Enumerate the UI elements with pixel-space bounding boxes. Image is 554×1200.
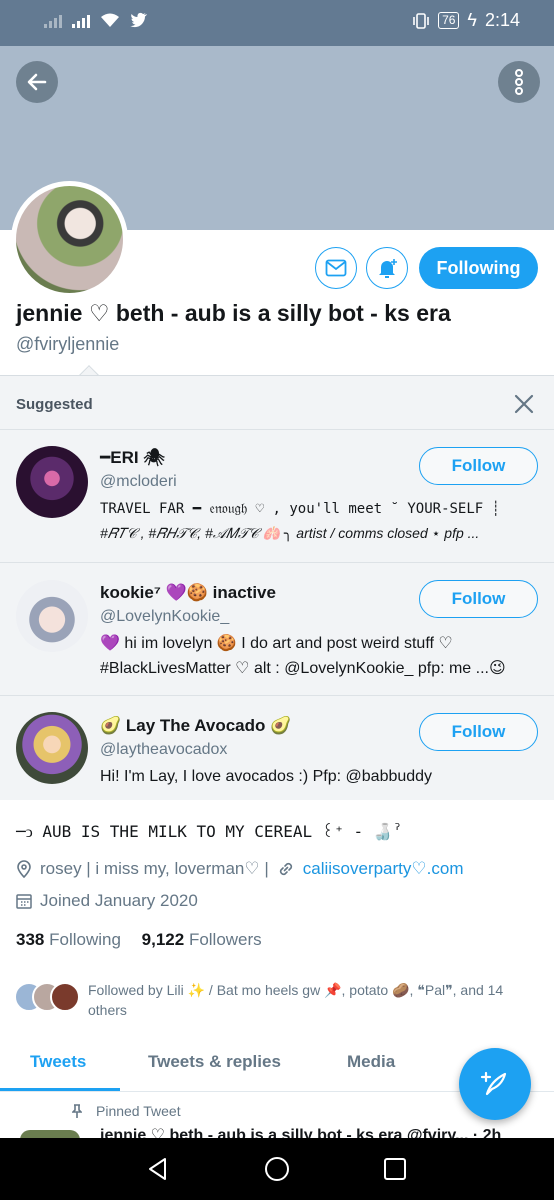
pinned-tweet-label: Pinned Tweet	[72, 1103, 181, 1119]
profile-bio: ─ↄ AUB IS THE MILK TO MY CEREAL ꒰⁺ - 🍶ˀ	[16, 822, 403, 841]
location-text: rosey | i miss my, loverman♡ |	[40, 859, 269, 878]
followers-count-label: Followers	[188, 930, 262, 949]
wifi-icon	[101, 13, 119, 27]
location-pin-icon	[17, 860, 31, 878]
following-button[interactable]: Following	[419, 247, 538, 289]
profile-meta-line: rosey | i miss my, loverman♡ | caliisove…	[16, 859, 463, 879]
nav-back-icon[interactable]	[145, 1156, 171, 1182]
signal-icon	[44, 12, 62, 28]
user-name: ━ERI 🕷	[100, 448, 165, 467]
website-link[interactable]: caliisoverparty♡.com	[303, 859, 464, 879]
followed-by-text[interactable]: Followed by Lili ✨ / Bat mo heels gw 📌, …	[88, 980, 528, 1020]
pinned-text: Pinned Tweet	[96, 1103, 181, 1119]
suggested-panel: Suggested ━ERI 🕷 @mcloderi TRAVEL FAR ━ …	[0, 375, 554, 800]
user-bio-line: 💜 hi im lovelyn 🍪 I do art and post weir…	[100, 635, 453, 652]
following-count: 338	[16, 930, 45, 949]
profile-avatar[interactable]	[11, 181, 128, 298]
profile-handle: @fviryljennie	[16, 334, 120, 354]
compose-tweet-button[interactable]	[459, 1048, 531, 1120]
pinned-tweet-header[interactable]: jennie ♡ beth - aub is a silly bot - ks …	[100, 1125, 540, 1139]
profile-meta-line: Joined January 2020	[16, 891, 198, 911]
status-bar: 76 ϟ 2:14	[0, 0, 554, 46]
envelope-icon	[325, 259, 347, 277]
vibrate-icon	[413, 12, 429, 29]
suggested-user-row[interactable]: ━ERI 🕷 @mcloderi TRAVEL FAR ━ 𝔢𝔫𝔬𝔲𝔤𝔥 ♡ ,…	[0, 429, 554, 562]
followers-count-link[interactable]: 9,122 Followers	[142, 930, 262, 949]
suggested-title: Suggested	[16, 396, 93, 413]
twitter-bird-icon	[130, 12, 147, 28]
user-avatar[interactable]	[16, 580, 88, 652]
followers-count: 9,122	[141, 930, 185, 949]
calendar-icon	[16, 894, 32, 909]
user-handle: @LovelynKookie_	[100, 608, 230, 625]
user-handle: @mcloderi	[100, 473, 177, 490]
user-avatar[interactable]	[16, 712, 88, 784]
following-count-link[interactable]: 338 Following	[16, 930, 121, 949]
message-button[interactable]	[315, 247, 357, 289]
bell-plus-icon	[379, 259, 397, 278]
close-icon[interactable]	[512, 392, 536, 416]
user-bio-line: #𝑅𝑇𝒞 , #𝑅𝐻𝒯𝒞, #𝒜𝑀𝒯𝒞 🫁 ╮ artist / comms c…	[100, 525, 480, 541]
user-avatar[interactable]	[16, 446, 88, 518]
follow-button[interactable]: Follow	[419, 447, 538, 485]
display-name: jennie ♡ beth - aub is a silly bot - ks …	[16, 300, 451, 326]
tab-media[interactable]: Media	[347, 1052, 395, 1072]
user-bio-line: #BlackLivesMatter ♡ alt : @LovelynKookie…	[100, 660, 506, 677]
clock: 2:14	[484, 10, 520, 30]
status-left	[44, 12, 148, 28]
user-bio-line: TRAVEL FAR ━ 𝔢𝔫𝔬𝔲𝔤𝔥 ♡ , you'll meet ˘ YO…	[100, 501, 501, 517]
charging-icon: ϟ	[467, 10, 477, 30]
active-tab-indicator	[0, 1088, 120, 1091]
nav-home-icon[interactable]	[264, 1156, 290, 1182]
follow-button[interactable]: Follow	[419, 580, 538, 618]
following-count-label: Following	[49, 930, 121, 949]
system-nav-bar	[0, 1138, 554, 1200]
battery-icon: 76	[438, 12, 460, 29]
suggested-user-row[interactable]: kookie⁷ 💜🍪 inactive @LovelynKookie_ 💜 hi…	[0, 562, 554, 695]
user-handle: @laytheavocadox	[100, 741, 228, 758]
user-bio-line: Hi! I'm Lay, I love avocados :) Pfp: @ba…	[100, 768, 433, 785]
tab-tweets-replies[interactable]: Tweets & replies	[148, 1052, 281, 1072]
arrow-left-icon	[27, 73, 47, 91]
nav-recents-icon[interactable]	[382, 1156, 408, 1182]
suggested-user-row[interactable]: 🥑 Lay The Avocado 🥑 @laytheavocadox Hi! …	[0, 695, 554, 801]
user-name: kookie⁷ 💜🍪 inactive	[100, 583, 276, 602]
vertical-dots-icon	[515, 69, 523, 95]
follow-counts: 338 Following 9,122 Followers	[16, 930, 262, 950]
user-name: 🥑 Lay The Avocado 🥑	[100, 716, 292, 735]
avatar	[50, 982, 80, 1012]
status-right: 76 ϟ 2:14	[412, 10, 520, 31]
compose-feather-icon	[480, 1071, 507, 1096]
notifications-button[interactable]	[366, 247, 408, 289]
signal-icon	[72, 12, 90, 28]
tab-tweets[interactable]: Tweets	[30, 1052, 86, 1072]
more-options-button[interactable]	[498, 61, 540, 103]
back-button[interactable]	[16, 61, 58, 103]
follow-button[interactable]: Follow	[419, 713, 538, 751]
followed-by-avatars[interactable]	[14, 982, 84, 1014]
link-icon	[279, 862, 292, 876]
joined-date: Joined January 2020	[40, 891, 198, 910]
pin-icon	[72, 1104, 82, 1118]
